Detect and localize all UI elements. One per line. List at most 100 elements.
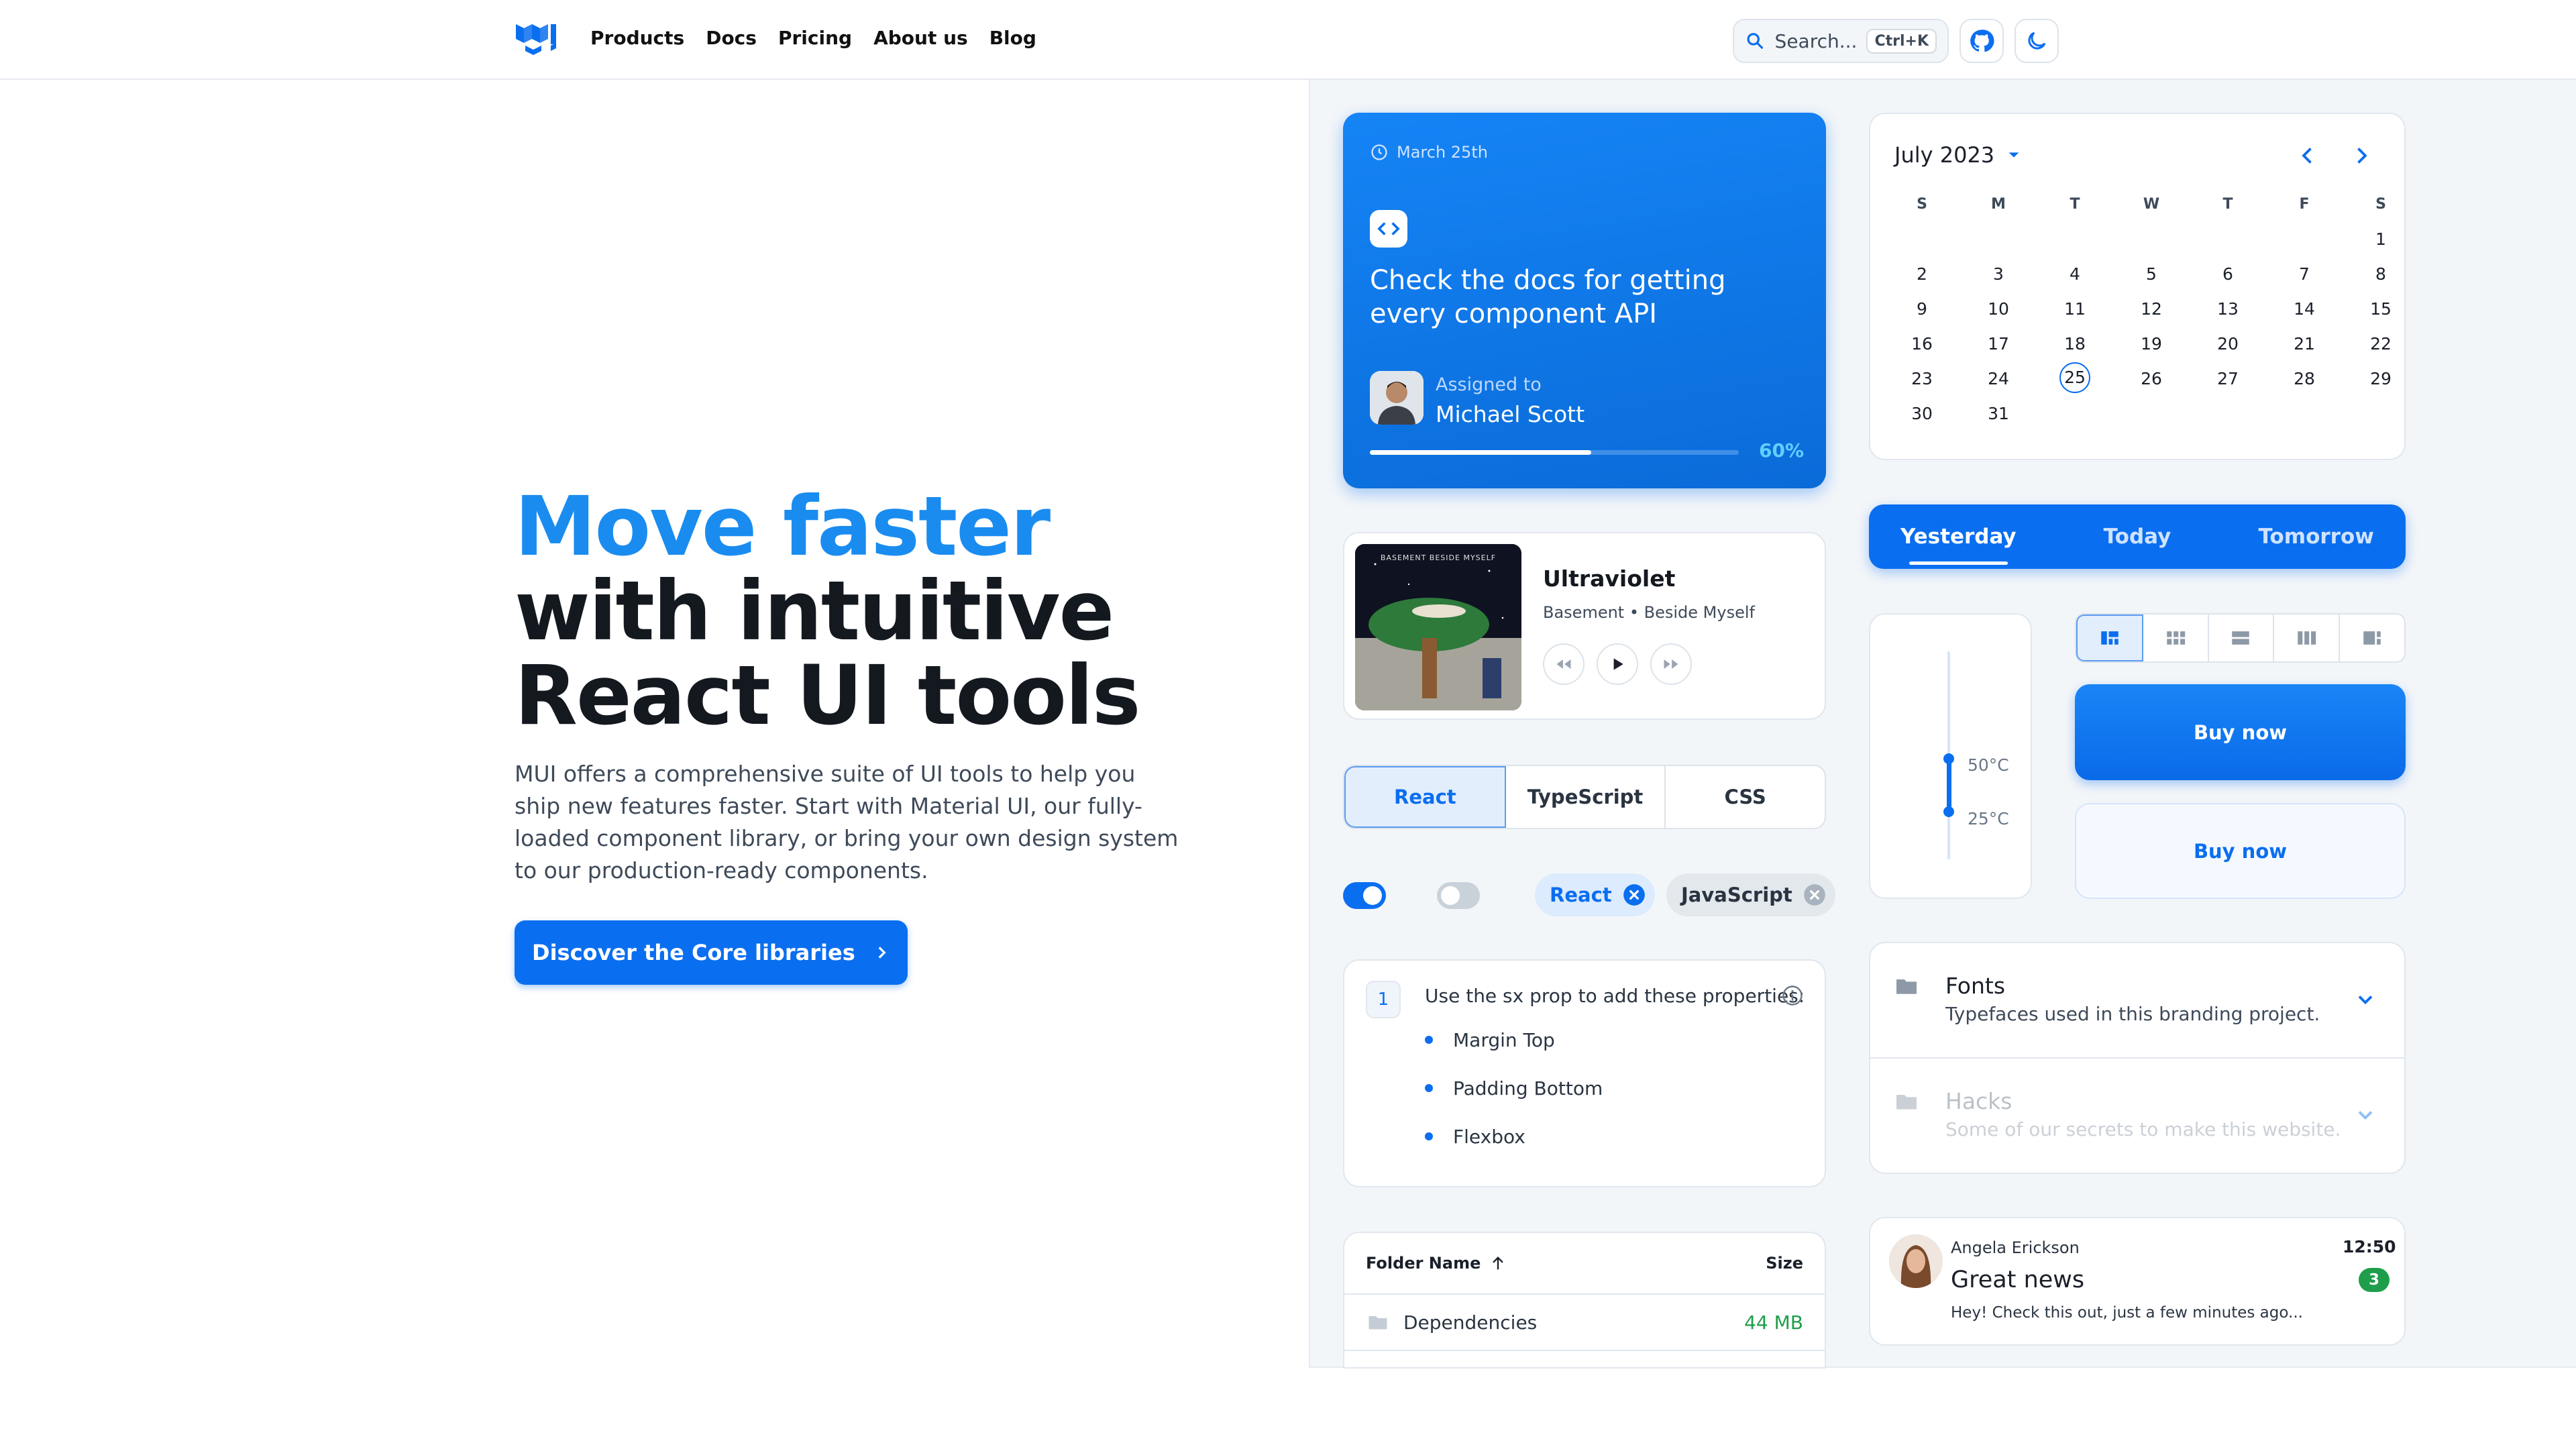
hero-description: MUI offers a comprehensive suite of UI t…: [515, 761, 1179, 883]
notification-preview: Hey! Check this out, just a few minutes …: [1951, 1304, 2303, 1322]
notification-time: 12:50: [2343, 1237, 2396, 1256]
switch-off[interactable]: [1437, 882, 1480, 909]
calendar-day[interactable]: 6: [2191, 264, 2265, 284]
nav-link-docs[interactable]: Docs: [706, 27, 757, 49]
date-calendar: July 2023 S M T W T F S 1 2 3 4 5 6 7 8 9 10 11 12 13 14 15 16…: [1869, 113, 2406, 460]
chip-delete-icon[interactable]: [1621, 882, 1647, 908]
discover-core-button[interactable]: Discover the Core libraries: [515, 920, 908, 985]
rewind-button[interactable]: [1543, 643, 1585, 685]
toggle-css[interactable]: CSS: [1666, 766, 1825, 828]
calendar-day[interactable]: 17: [1962, 334, 2035, 354]
calendar-day[interactable]: 18: [2038, 334, 2112, 354]
chip-react-label: React: [1550, 883, 1612, 906]
accordion-item-fonts[interactable]: Fonts Typefaces used in this branding pr…: [1870, 943, 2404, 1059]
notification-card[interactable]: Angela Erickson 12:50 Great news 3 Hey! …: [1869, 1217, 2406, 1346]
tab-yesterday[interactable]: Yesterday: [1869, 525, 2048, 565]
calendar-day[interactable]: 20: [2191, 334, 2265, 354]
view-quilt-button[interactable]: [2076, 614, 2143, 661]
view-sidebar-button[interactable]: [2340, 614, 2404, 661]
col-size[interactable]: Size: [1766, 1254, 1803, 1273]
view-agenda-button[interactable]: [2209, 614, 2275, 661]
switch-on[interactable]: [1343, 882, 1386, 909]
view-module-icon: [2166, 631, 2185, 645]
nav-link-blog[interactable]: Blog: [989, 27, 1036, 49]
chip-react[interactable]: React: [1535, 873, 1655, 916]
calendar-day[interactable]: 24: [1962, 369, 2035, 388]
buy-now-secondary-button[interactable]: Buy now: [2075, 803, 2406, 899]
sx-prop-card: 1 Use the sx prop to add these propertie…: [1343, 959, 1826, 1187]
sender-name: Angela Erickson: [1951, 1238, 2080, 1257]
calendar-day[interactable]: 15: [2344, 299, 2418, 319]
toggle-typescript[interactable]: TypeScript: [1506, 766, 1666, 828]
calendar-day[interactable]: 28: [2267, 369, 2341, 388]
calendar-day[interactable]: 8: [2344, 264, 2418, 284]
calendar-day[interactable]: 19: [2114, 334, 2188, 354]
nav-link-about[interactable]: About us: [873, 27, 968, 49]
calendar-day[interactable]: 29: [2344, 369, 2418, 388]
calendar-day[interactable]: 31: [1962, 404, 2035, 423]
calendar-day[interactable]: 27: [2191, 369, 2265, 388]
slider-thumb-upper[interactable]: [1943, 753, 1954, 764]
calendar-month[interactable]: July 2023: [1894, 142, 2021, 168]
chip-delete-icon[interactable]: [1802, 882, 1827, 908]
tab-today[interactable]: Today: [2048, 525, 2227, 549]
search-shortcut: Ctrl+K: [1866, 28, 1937, 54]
calendar-day[interactable]: 16: [1885, 334, 1959, 354]
calendar-day[interactable]: 14: [2267, 299, 2341, 319]
buy-now-primary-button[interactable]: Buy now: [2075, 684, 2406, 780]
calendar-day[interactable]: 25: [2059, 362, 2090, 393]
info-icon[interactable]: [1780, 983, 1805, 1008]
table-row[interactable]: Dependencies 44 MB: [1344, 1295, 1825, 1351]
list-item: Flexbox: [1425, 1112, 1603, 1161]
calendar-day[interactable]: 30: [1885, 404, 1959, 423]
toggle-react[interactable]: React: [1344, 766, 1506, 828]
tab-tomorrow[interactable]: Tomorrow: [2226, 525, 2406, 549]
calendar-day[interactable]: 13: [2191, 299, 2265, 319]
accordion-item-hacks[interactable]: Hacks Some of our secrets to make this w…: [1870, 1059, 2404, 1173]
calendar-day[interactable]: 1: [2344, 229, 2418, 249]
theme-toggle-button[interactable]: [2015, 19, 2059, 63]
search-icon: [1747, 33, 1764, 49]
chip-javascript[interactable]: JavaScript: [1666, 873, 1835, 916]
prev-month-icon[interactable]: [2296, 144, 2320, 168]
task-card[interactable]: March 25th Check the docs for getting ev…: [1343, 113, 1826, 488]
fast-forward-button[interactable]: [1650, 643, 1692, 685]
calendar-day[interactable]: 21: [2267, 334, 2341, 354]
rewind-icon: [1556, 659, 1571, 669]
calendar-day[interactable]: 7: [2267, 264, 2341, 284]
chip-javascript-label: JavaScript: [1681, 883, 1792, 906]
search-button[interactable]: Search... Ctrl+K: [1733, 19, 1949, 63]
chevron-down-icon[interactable]: [2353, 1103, 2377, 1127]
arrow-up-icon[interactable]: [1489, 1254, 1507, 1273]
slider-lower-label: 25°C: [1968, 809, 2009, 828]
calendar-day[interactable]: 9: [1885, 299, 1959, 319]
play-button[interactable]: [1597, 643, 1638, 685]
calendar-day[interactable]: 5: [2114, 264, 2188, 284]
task-progress-text: 60%: [1759, 439, 1805, 462]
chevron-down-icon[interactable]: [2353, 987, 2377, 1012]
col-folder-name[interactable]: Folder Name: [1366, 1254, 1481, 1273]
calendar-day[interactable]: 22: [2344, 334, 2418, 354]
view-module-button[interactable]: [2143, 614, 2209, 661]
assigned-label: Assigned to: [1436, 374, 1542, 395]
calendar-day[interactable]: 4: [2038, 264, 2112, 284]
calendar-day[interactable]: 12: [2114, 299, 2188, 319]
slider-thumb-lower[interactable]: [1943, 806, 1954, 817]
mui-logo-icon[interactable]: [515, 20, 559, 58]
github-button[interactable]: [1960, 19, 2004, 63]
nav-link-products[interactable]: Products: [590, 27, 684, 49]
calendar-day[interactable]: 11: [2038, 299, 2112, 319]
view-week-button[interactable]: [2274, 614, 2341, 661]
calendar-day[interactable]: 26: [2114, 369, 2188, 388]
calendar-day[interactable]: 3: [1962, 264, 2035, 284]
nav-link-pricing[interactable]: Pricing: [778, 27, 852, 49]
accordion-subtitle: Typefaces used in this branding project.: [1945, 1003, 2320, 1025]
calendar-day[interactable]: 2: [1885, 264, 1959, 284]
calendar-day[interactable]: 23: [1885, 369, 1959, 388]
clock-icon: [1371, 144, 1387, 160]
moon-icon: [2028, 32, 2046, 50]
folder-icon: [1368, 1316, 1387, 1330]
calendar-day[interactable]: 10: [1962, 299, 2035, 319]
next-month-icon[interactable]: [2349, 144, 2373, 168]
album-art: BASEMENT BESIDE MYSELF: [1355, 544, 1521, 710]
